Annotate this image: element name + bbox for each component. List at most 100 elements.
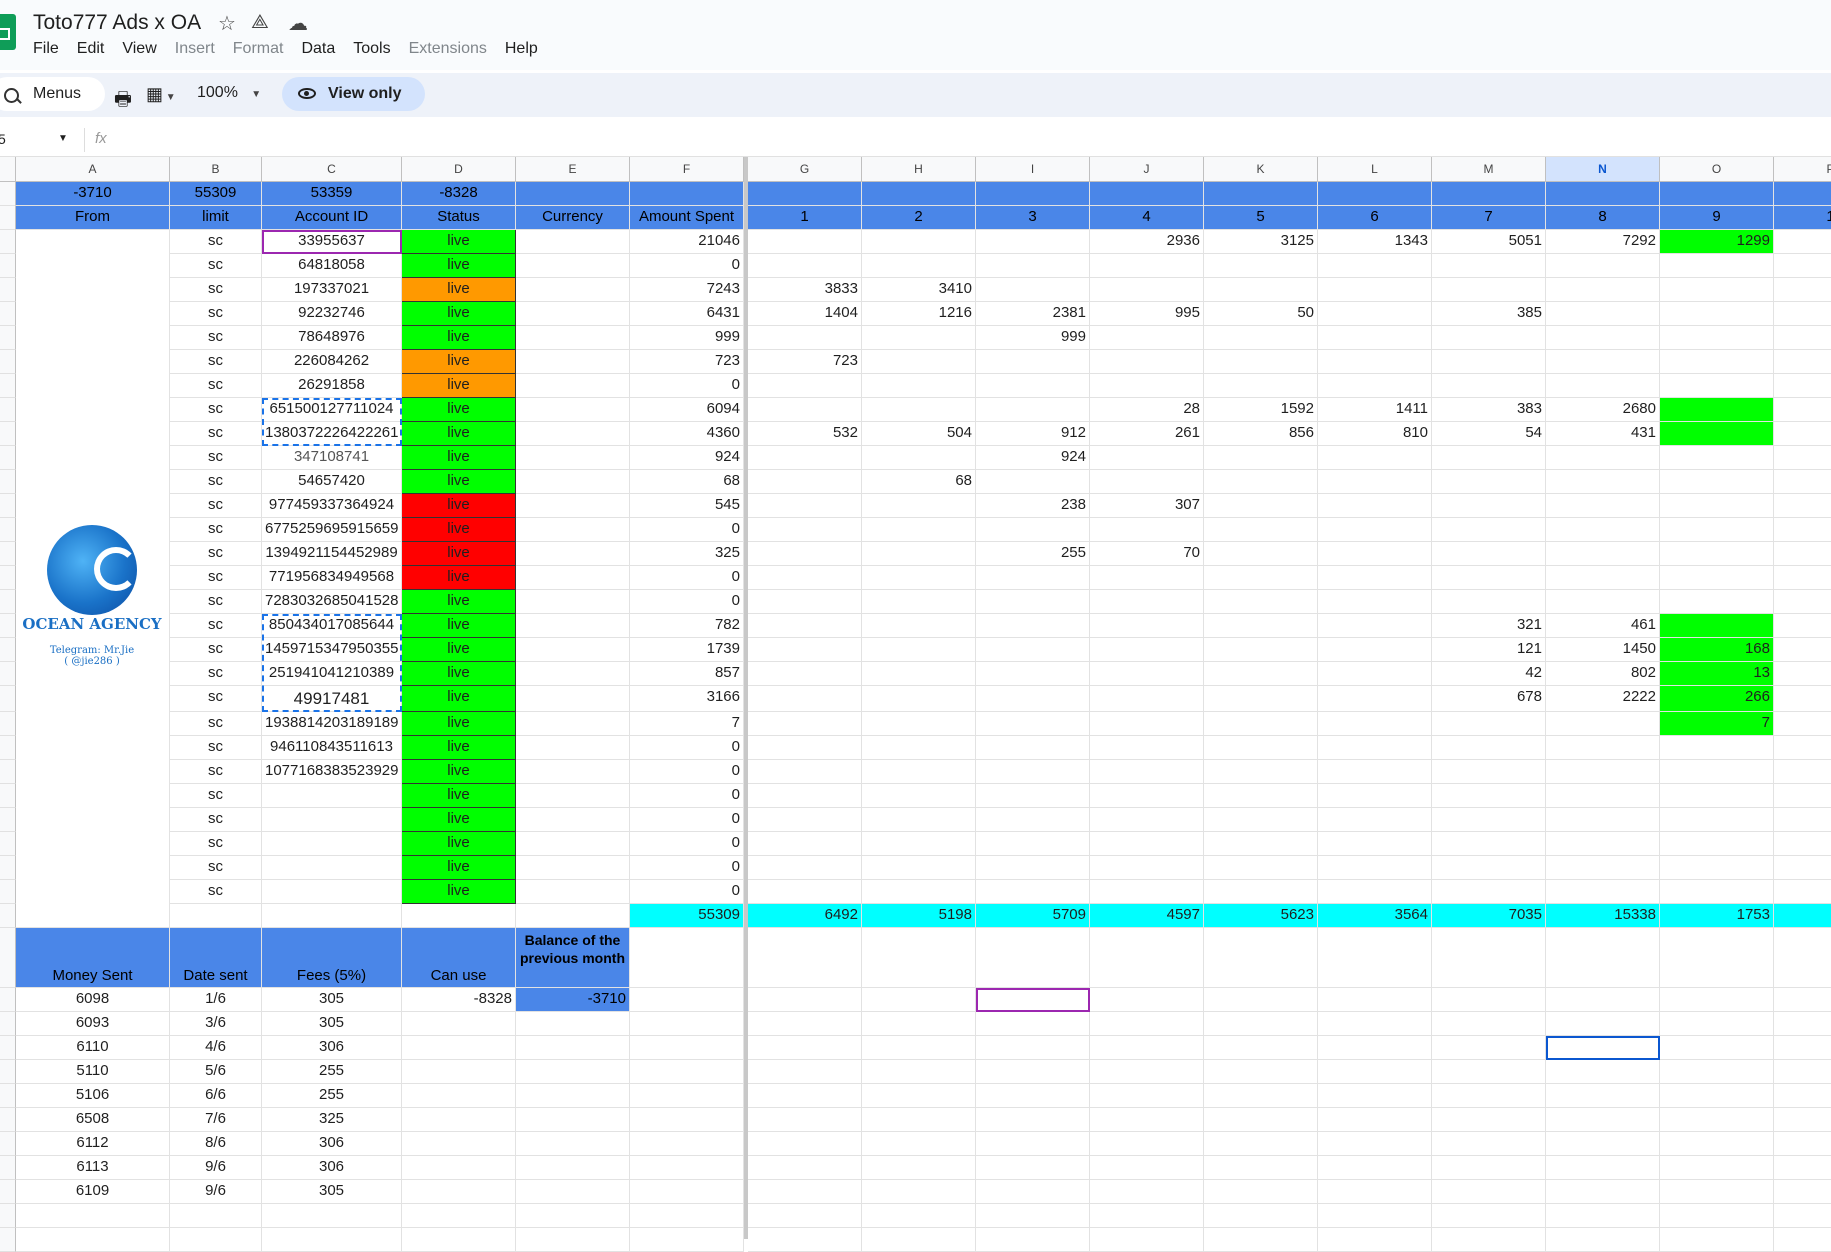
row-header[interactable] [0, 856, 16, 880]
day-spent-cell[interactable] [1318, 542, 1432, 566]
status-cell[interactable]: live [402, 374, 516, 398]
column-header-c[interactable]: C [262, 157, 402, 182]
total-day-cell[interactable]: 1753 [1660, 904, 1774, 928]
row-header[interactable] [0, 446, 16, 470]
day-spent-cell[interactable] [862, 736, 976, 760]
day-spent-cell[interactable] [1546, 326, 1660, 350]
from-cell[interactable] [16, 326, 170, 350]
currency-cell[interactable] [516, 856, 630, 880]
money-sent-cell[interactable]: 5106 [16, 1084, 170, 1108]
day-spent-cell[interactable] [1774, 422, 1831, 446]
empty-cell[interactable] [1546, 1204, 1660, 1228]
column-header-a[interactable]: A [16, 157, 170, 182]
day-spent-cell[interactable]: 255 [976, 542, 1090, 566]
currency-cell[interactable] [516, 494, 630, 518]
empty-cell[interactable] [516, 904, 630, 928]
day-spent-cell[interactable] [1090, 254, 1204, 278]
row-header[interactable] [0, 398, 16, 422]
status-cell[interactable]: live [402, 808, 516, 832]
limit-cell[interactable]: sc [170, 254, 262, 278]
empty-cell[interactable] [1432, 1060, 1546, 1084]
account-id-cell[interactable]: 7283032685041528 [262, 590, 402, 614]
day-spent-cell[interactable] [1318, 638, 1432, 662]
empty-cell[interactable] [402, 1228, 516, 1252]
row-header[interactable] [0, 302, 16, 326]
from-cell[interactable] [16, 808, 170, 832]
empty-cell[interactable] [516, 1060, 630, 1084]
empty-cell[interactable] [1432, 1156, 1546, 1180]
empty-cell[interactable] [1546, 1156, 1660, 1180]
limit-cell[interactable]: sc [170, 446, 262, 470]
from-cell[interactable] [16, 230, 170, 254]
day-spent-cell[interactable] [1546, 712, 1660, 736]
day-spent-cell[interactable] [862, 374, 976, 398]
empty-cell[interactable] [1090, 1132, 1204, 1156]
limit-cell[interactable]: sc [170, 784, 262, 808]
empty-cell[interactable] [1204, 1036, 1318, 1060]
empty-cell[interactable] [1546, 1060, 1660, 1084]
empty-cell[interactable] [1090, 1084, 1204, 1108]
day-spent-cell[interactable] [1090, 686, 1204, 712]
account-id-cell[interactable] [262, 856, 402, 880]
from-cell[interactable] [16, 880, 170, 904]
currency-cell[interactable] [516, 686, 630, 712]
status-cell[interactable]: live [402, 856, 516, 880]
limit-cell[interactable]: sc [170, 880, 262, 904]
status-cell[interactable]: live [402, 398, 516, 422]
day-spent-cell[interactable]: 2222 [1546, 686, 1660, 712]
empty-cell[interactable] [1660, 1084, 1774, 1108]
money-sent-cell[interactable]: 6093 [16, 1012, 170, 1036]
empty-cell[interactable] [402, 1084, 516, 1108]
header-cell-c[interactable]: Account ID [262, 206, 402, 230]
day-spent-cell[interactable] [1432, 326, 1546, 350]
account-id-cell[interactable]: 771956834949568 [262, 566, 402, 590]
column-header-b[interactable]: B [170, 157, 262, 182]
row-header[interactable] [0, 470, 16, 494]
date-sent-cell[interactable]: 4/6 [170, 1036, 262, 1060]
day-spent-cell[interactable] [862, 686, 976, 712]
day-spent-cell[interactable] [976, 398, 1090, 422]
limit-cell[interactable]: sc [170, 566, 262, 590]
empty-cell[interactable] [976, 1156, 1090, 1180]
day-spent-cell[interactable] [862, 542, 976, 566]
row-header[interactable] [0, 686, 16, 712]
empty-cell[interactable] [748, 1036, 862, 1060]
total-day-cell[interactable]: 4597 [1090, 904, 1204, 928]
empty-cell[interactable] [862, 1228, 976, 1252]
day-spent-cell[interactable] [1546, 832, 1660, 856]
empty-cell[interactable] [748, 1204, 862, 1228]
empty-cell[interactable] [1546, 1132, 1660, 1156]
column-header-l[interactable]: L [1318, 157, 1432, 182]
day-spent-cell[interactable] [1204, 566, 1318, 590]
empty-cell[interactable] [748, 1012, 862, 1036]
day-spent-cell[interactable] [748, 808, 862, 832]
day-spent-cell[interactable]: 68 [862, 470, 976, 494]
day-spent-cell[interactable] [748, 230, 862, 254]
day-spent-cell[interactable]: 461 [1546, 614, 1660, 638]
status-cell[interactable]: live [402, 278, 516, 302]
row-header[interactable] [0, 1204, 16, 1228]
empty-cell[interactable] [516, 1084, 630, 1108]
row-header[interactable] [0, 326, 16, 350]
column-header-n[interactable]: N [1546, 157, 1660, 182]
day-spent-cell[interactable]: 1592 [1204, 398, 1318, 422]
day-spent-cell[interactable] [1090, 614, 1204, 638]
day-spent-cell[interactable]: 1216 [862, 302, 976, 326]
day-spent-cell[interactable] [1090, 638, 1204, 662]
row-header[interactable] [0, 566, 16, 590]
amount-spent-cell[interactable]: 0 [630, 760, 744, 784]
view-only-button[interactable]: View only [282, 77, 425, 111]
day-spent-cell[interactable] [748, 614, 862, 638]
day-spent-cell[interactable] [976, 374, 1090, 398]
status-cell[interactable]: live [402, 712, 516, 736]
menu-item-insert[interactable]: Insert [175, 40, 215, 58]
from-cell[interactable] [16, 398, 170, 422]
summary-cell-c[interactable]: 53359 [262, 182, 402, 206]
day-spent-cell[interactable] [748, 712, 862, 736]
day-spent-cell[interactable] [1546, 590, 1660, 614]
row-header[interactable] [0, 1060, 16, 1084]
row-header[interactable] [0, 206, 16, 230]
day-spent-cell[interactable]: 1343 [1318, 230, 1432, 254]
empty-cell[interactable] [630, 1084, 744, 1108]
total-day-cell[interactable]: 15338 [1546, 904, 1660, 928]
